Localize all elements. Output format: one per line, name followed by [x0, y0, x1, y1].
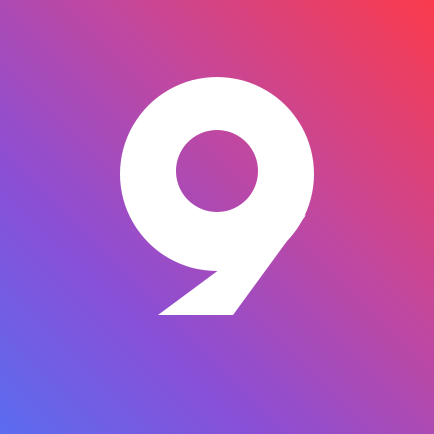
numeral-nine-logo: 9 — [119, 77, 314, 315]
app-icon: 9 — [0, 0, 434, 434]
